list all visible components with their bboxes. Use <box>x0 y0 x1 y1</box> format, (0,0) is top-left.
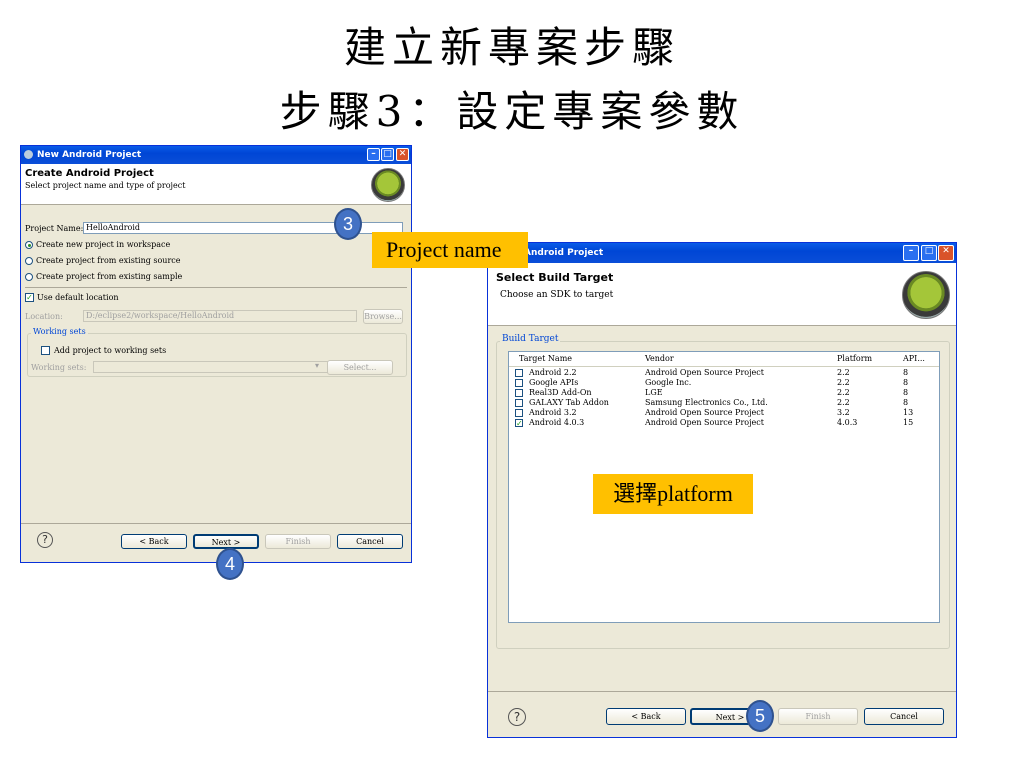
row-vendor: Google Inc. <box>645 378 692 387</box>
help-icon[interactable]: ? <box>508 708 526 726</box>
table-row[interactable]: GALAXY Tab Addon Samsung Electronics Co.,… <box>509 398 939 408</box>
close-button[interactable]: ✕ <box>938 245 954 261</box>
callout-project-name: Project name <box>372 232 528 268</box>
table-row[interactable]: Google APIs Google Inc. 2.2 8 <box>509 378 939 388</box>
row-checkbox[interactable] <box>515 379 523 387</box>
window-titlebar[interactable]: Android Project – □ ✕ <box>488 243 956 263</box>
create-new-project-label: Create new project in workspace <box>36 240 171 249</box>
row-api: 15 <box>903 418 914 427</box>
row-checkbox[interactable] <box>515 409 523 417</box>
existing-source-label: Create project from existing source <box>36 256 181 265</box>
row-platform: 3.2 <box>837 408 850 417</box>
step-badge-4: 4 <box>216 548 244 580</box>
new-android-project-window: New Android Project – □ ✕ Create Android… <box>20 145 412 563</box>
maximize-button[interactable]: □ <box>381 148 394 161</box>
row-vendor: Android Open Source Project <box>645 418 764 427</box>
use-default-location-checkbox[interactable]: ✓ <box>25 293 34 302</box>
row-checkbox[interactable] <box>515 369 523 377</box>
row-vendor: LGE <box>645 388 663 397</box>
cancel-button[interactable]: Cancel <box>337 534 403 549</box>
location-input[interactable]: D:/eclipse2/workspace/HelloAndroid <box>83 310 357 322</box>
row-platform: 2.2 <box>837 398 850 407</box>
wizard-header: Create Android Project Select project na… <box>21 164 411 205</box>
wizard-header-desc: Select project name and type of project <box>25 181 186 190</box>
wizard-header-title: Select Build Target <box>496 271 614 284</box>
minimize-button[interactable]: – <box>903 245 919 261</box>
row-target-name: Google APIs <box>529 378 579 387</box>
table-row[interactable]: ✓ Android 4.0.3 Android Open Source Projec… <box>509 418 939 428</box>
column-api[interactable]: API... <box>903 354 925 363</box>
footer-divider <box>488 691 956 692</box>
row-api: 13 <box>903 408 914 417</box>
row-checkbox[interactable]: ✓ <box>515 419 523 428</box>
location-label: Location: <box>25 312 63 321</box>
row-target-name: Android 4.0.3 <box>529 418 585 427</box>
select-working-sets-button[interactable]: Select... <box>327 360 393 375</box>
window-title: New Android Project <box>37 150 142 160</box>
chevron-down-icon[interactable]: ▾ <box>315 361 319 370</box>
existing-sample-radio[interactable] <box>25 273 33 281</box>
back-button[interactable]: < Back <box>606 708 686 725</box>
next-button[interactable]: Next > <box>193 534 259 549</box>
divider <box>25 287 407 288</box>
row-platform: 2.2 <box>837 388 850 397</box>
footer-divider <box>21 523 411 524</box>
close-button[interactable]: ✕ <box>396 148 409 161</box>
wizard-header-desc: Choose an SDK to target <box>500 290 614 300</box>
callout-select-platform: 選擇platform <box>593 474 753 514</box>
minimize-button[interactable]: – <box>367 148 380 161</box>
table-row[interactable]: Android 3.2 Android Open Source Project 3.… <box>509 408 939 418</box>
working-sets-label: Working sets: <box>31 363 87 372</box>
cancel-button[interactable]: Cancel <box>864 708 944 725</box>
finish-button[interactable]: Finish <box>265 534 331 549</box>
row-api: 8 <box>903 398 909 407</box>
create-new-project-radio[interactable] <box>25 241 33 249</box>
row-platform: 4.0.3 <box>837 418 858 427</box>
add-working-sets-checkbox[interactable] <box>41 346 50 355</box>
existing-source-radio[interactable] <box>25 257 33 265</box>
table-row[interactable]: Android 2.2 Android Open Source Project 2.… <box>509 368 939 378</box>
android-logo-icon <box>371 168 405 202</box>
column-vendor[interactable]: Vendor <box>645 354 674 363</box>
row-vendor: Samsung Electronics Co., Ltd. <box>645 398 768 407</box>
row-api: 8 <box>903 388 909 397</box>
column-target-name[interactable]: Target Name <box>519 354 572 363</box>
back-button[interactable]: < Back <box>121 534 187 549</box>
step-badge-3: 3 <box>334 208 362 240</box>
working-sets-group-label: Working sets <box>31 327 88 336</box>
build-target-group-label: Build Target <box>500 334 561 344</box>
eclipse-icon <box>24 150 33 159</box>
row-vendor: Android Open Source Project <box>645 368 764 377</box>
window-titlebar[interactable]: New Android Project – □ ✕ <box>21 146 411 164</box>
browse-button[interactable]: Browse... <box>363 309 403 324</box>
row-api: 8 <box>903 378 909 387</box>
add-working-sets-label: Add project to working sets <box>54 346 167 355</box>
table-row[interactable]: Real3D Add-On LGE 2.2 8 <box>509 388 939 398</box>
table-header: Target Name Vendor Platform API... <box>509 352 939 367</box>
wizard-header: Select Build Target Choose an SDK to tar… <box>488 263 956 326</box>
existing-sample-label: Create project from existing sample <box>36 272 183 281</box>
maximize-button[interactable]: □ <box>921 245 937 261</box>
project-name-label: Project Name: <box>25 224 84 233</box>
help-icon[interactable]: ? <box>37 532 53 548</box>
android-logo-icon <box>902 271 950 319</box>
row-target-name: GALAXY Tab Addon <box>529 398 609 407</box>
row-target-name: Android 3.2 <box>529 408 577 417</box>
row-checkbox[interactable] <box>515 399 523 407</box>
row-platform: 2.2 <box>837 368 850 377</box>
row-target-name: Real3D Add-On <box>529 388 592 397</box>
step-badge-5: 5 <box>746 700 774 732</box>
row-vendor: Android Open Source Project <box>645 408 764 417</box>
wizard-header-title: Create Android Project <box>25 168 154 179</box>
column-platform[interactable]: Platform <box>837 354 872 363</box>
row-api: 8 <box>903 368 909 377</box>
row-target-name: Android 2.2 <box>529 368 577 377</box>
working-sets-combo[interactable] <box>93 361 329 373</box>
slide-title-line1: 建立新專案步驟 <box>343 23 680 72</box>
slide-title-line2: 步驟3：設定專案參數 <box>279 87 745 136</box>
use-default-location-label: Use default location <box>37 293 119 302</box>
row-platform: 2.2 <box>837 378 850 387</box>
row-checkbox[interactable] <box>515 389 523 397</box>
finish-button[interactable]: Finish <box>778 708 858 725</box>
